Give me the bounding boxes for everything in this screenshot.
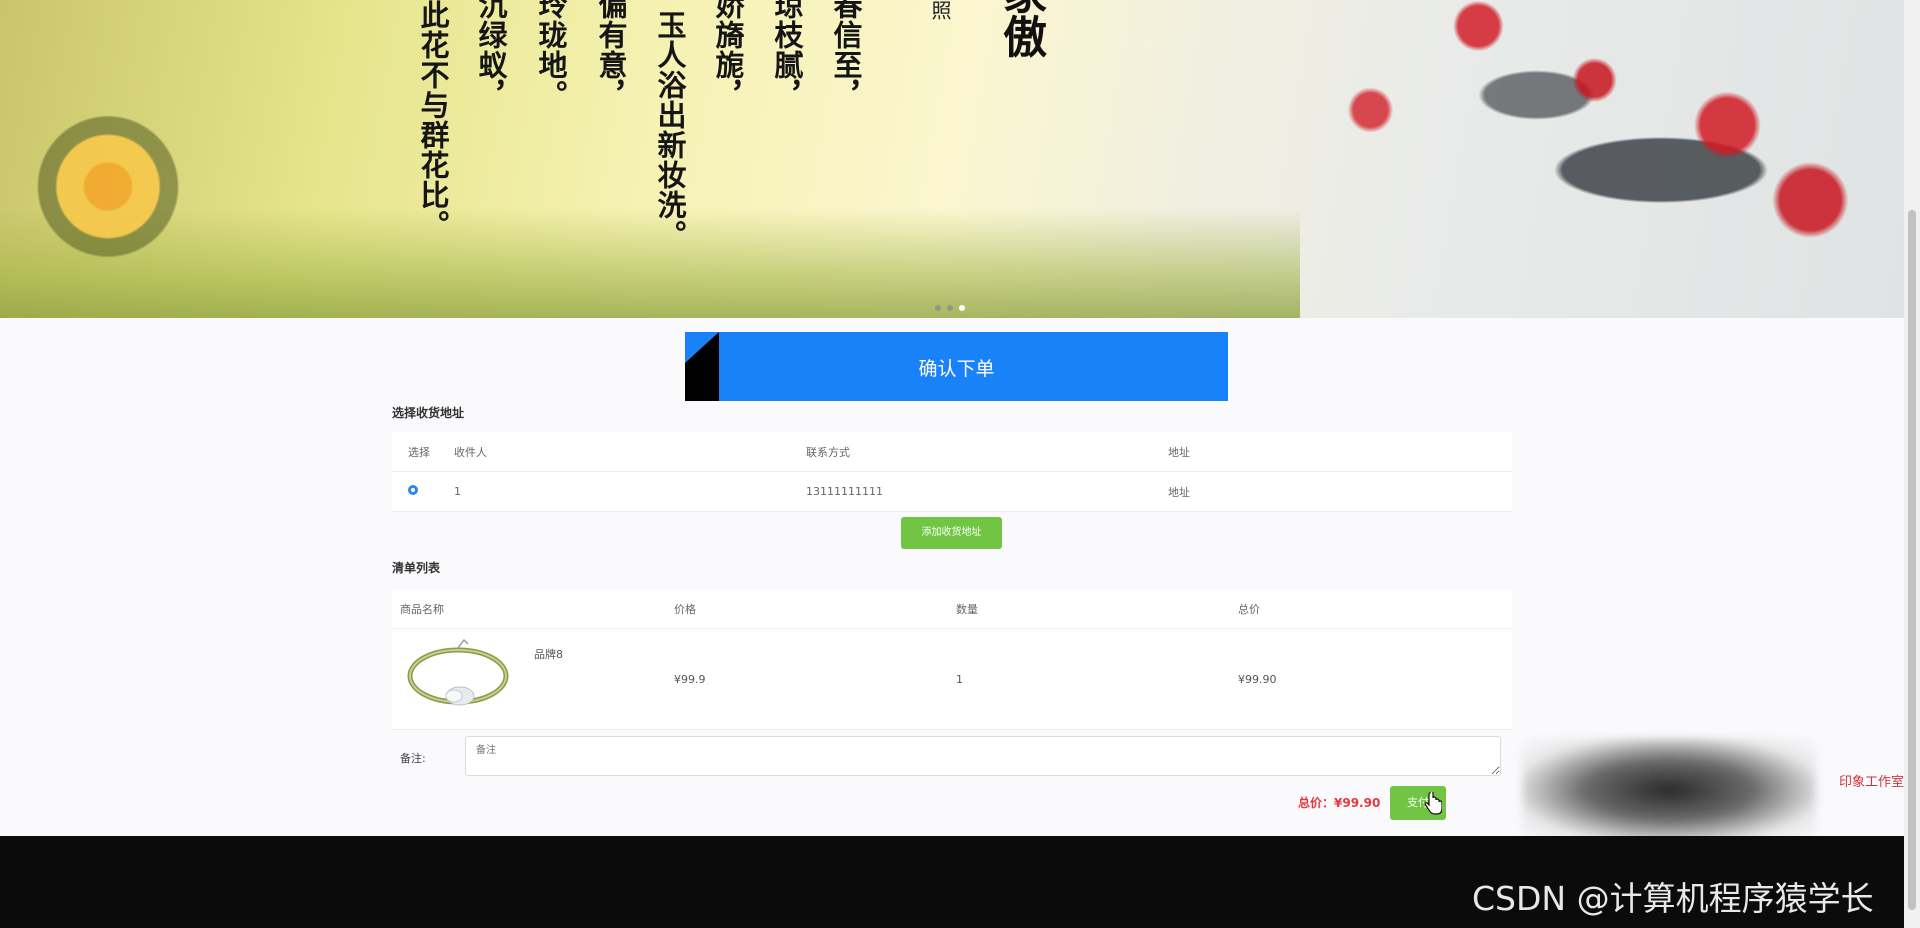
- poem-line: 此花不与群花比。: [416, 0, 450, 240]
- poem-line: 开娇旖旎，: [711, 0, 745, 110]
- banner-plum-branch: [1080, 0, 1904, 290]
- poem-line: 琼琼枝腻，: [770, 0, 804, 110]
- address-section-title: 选择收货地址: [392, 406, 465, 420]
- remark-label: 备注:: [400, 752, 426, 765]
- table-header-row: 商品名称 价格 数量 总价: [392, 590, 1512, 629]
- phone-cell: 13111111111: [805, 471, 1167, 512]
- product-cell: 品牌8: [392, 628, 673, 730]
- order-list-table: 商品名称 价格 数量 总价 品牌8 ¥99.9 1 ¥99.90: [392, 590, 1512, 730]
- carousel-dot-active[interactable]: [959, 305, 965, 311]
- address-radio[interactable]: [408, 485, 418, 495]
- carousel-dot[interactable]: [947, 305, 953, 311]
- table-row[interactable]: 1 13111111111 地址: [392, 471, 1512, 512]
- blurred-widget: [1522, 738, 1816, 842]
- side-brand-text: 印象工作室: [1839, 775, 1905, 790]
- confirm-order-title: 确认下单: [918, 358, 995, 380]
- poem-line: 寻沉绿蚁，: [474, 0, 508, 110]
- address-cell: 地址: [1167, 471, 1512, 512]
- poem-title: 家傲: [995, 0, 1046, 58]
- select-cell[interactable]: [392, 471, 453, 512]
- col-price: 价格: [673, 590, 955, 629]
- list-section-title: 清单列表: [392, 561, 441, 575]
- poem-line: 知春信至，: [829, 0, 863, 110]
- carousel-dot[interactable]: [935, 305, 941, 311]
- col-total: 总价: [1237, 590, 1512, 629]
- table-header-row: 选择 收件人 联系方式 地址: [392, 432, 1512, 472]
- col-address: 地址: [1167, 432, 1512, 472]
- hero-banner: 此花不与群花比。 寻沉绿蚁， 为玲珑地。 能偏有意， 玉人浴出新妆洗。 开娇旖旎…: [0, 0, 1904, 318]
- col-phone: 联系方式: [805, 432, 1167, 472]
- col-product-name: 商品名称: [392, 590, 673, 629]
- quantity-cell: 1: [955, 628, 1237, 730]
- recipient-cell: 1: [453, 471, 805, 512]
- total-cell: ¥99.90: [1237, 628, 1512, 730]
- poem-line: 玉人浴出新妆洗。: [653, 10, 687, 250]
- total-price: 总价：¥99.90: [1298, 796, 1381, 810]
- csdn-watermark: CSDN @计算机程序猿学长: [1472, 879, 1874, 918]
- price-cell: ¥99.9: [673, 628, 955, 730]
- remark-textarea[interactable]: [465, 736, 1501, 776]
- hand-cursor-icon: [1424, 792, 1442, 815]
- col-recipient: 收件人: [453, 432, 805, 472]
- scrollbar-thumb[interactable]: [1908, 210, 1916, 910]
- product-name: 品牌8: [534, 648, 563, 661]
- add-address-button[interactable]: 添加收货地址: [901, 517, 1002, 549]
- confirm-order-header: 确认下单: [685, 332, 1228, 401]
- carousel-dots: [935, 305, 965, 311]
- col-select: 选择: [392, 432, 453, 472]
- poem-line: 为玲珑地。: [534, 0, 568, 110]
- col-quantity: 数量: [955, 590, 1237, 629]
- poem-line: 能偏有意，: [594, 0, 628, 110]
- table-row: 品牌8 ¥99.9 1 ¥99.90: [392, 628, 1512, 730]
- product-image[interactable]: [402, 638, 514, 720]
- address-table: 选择 收件人 联系方式 地址 1 13111111111 地址: [392, 432, 1512, 512]
- page-scrollbar[interactable]: [1904, 0, 1920, 928]
- poem-author: 照: [928, 0, 952, 20]
